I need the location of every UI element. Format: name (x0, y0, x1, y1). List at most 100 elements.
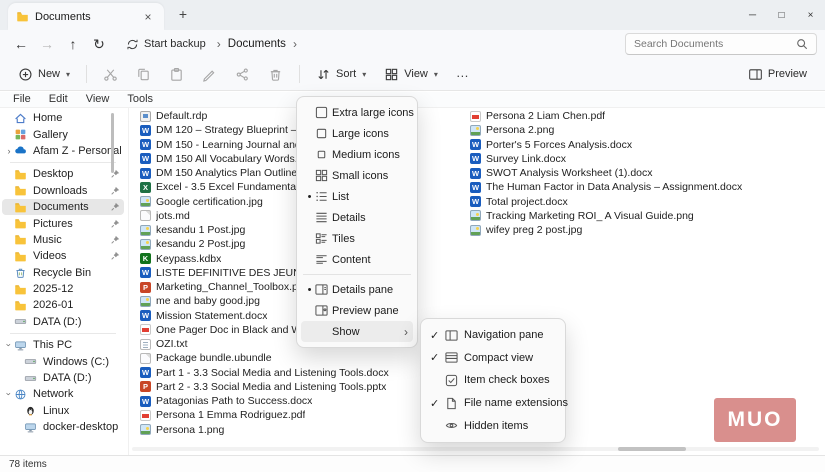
sidebar-item-network[interactable]: › Network (2, 386, 124, 402)
search-box[interactable] (625, 33, 817, 55)
sidebar-item-documents[interactable]: Documents (2, 198, 124, 216)
file-item[interactable]: Package bundle.ubundle (140, 351, 462, 365)
chevron-down-icon[interactable]: › (4, 389, 14, 399)
horizontal-scrollbar-track[interactable] (132, 447, 819, 451)
sidebar-item-afam-z-personal[interactable]: › Afam Z - Personal (2, 143, 124, 159)
show-submenu-item-file-name-extensions[interactable]: ✓ File name extensions (425, 392, 568, 415)
sidebar-item-windows-c[interactable]: Windows (C:) (2, 353, 124, 369)
sidebar-scrollbar[interactable] (111, 113, 114, 173)
refresh-button[interactable]: ↻ (86, 32, 112, 56)
start-backup-label: Start backup (144, 38, 206, 50)
view-menu-item-extra-large-icons[interactable]: Extra large icons (301, 102, 414, 123)
sidebar-item-videos[interactable]: Videos (2, 248, 124, 264)
menu-item-label: Item check boxes (464, 374, 550, 387)
file-name: Total project.docx (486, 195, 568, 208)
sidebar-item-recycle-bin[interactable]: Recycle Bin (2, 265, 124, 281)
sidebar-item-music[interactable]: Music (2, 232, 124, 248)
view-menu-item-small-icons[interactable]: Small icons (301, 165, 413, 186)
file-item[interactable]: Patagonias Path to Success.docx (140, 394, 462, 408)
delete-button[interactable] (260, 62, 291, 87)
view-menu-item-details[interactable]: Details (301, 207, 413, 228)
up-button[interactable]: ↑ (60, 32, 86, 56)
sidebar-item-home[interactable]: Home (2, 110, 124, 126)
file-item[interactable]: Persona 1 Emma Rodriguez.pdf (140, 408, 462, 422)
sidebar-item-docker-desktop[interactable]: docker-desktop (2, 419, 124, 435)
search-input[interactable] (634, 38, 790, 50)
navigation-pane: Home Gallery › Afam Z - Personal Desktop Down… (0, 108, 129, 455)
paste-button[interactable] (161, 62, 192, 87)
view-button[interactable]: View ▾ (376, 62, 446, 87)
chevron-right-icon[interactable]: › (4, 146, 14, 156)
menubar-file[interactable]: File (4, 92, 40, 107)
chevron-down-icon[interactable]: › (4, 340, 14, 350)
file-name: wifey preg 2 post.jpg (486, 224, 583, 237)
share-button[interactable] (227, 62, 258, 87)
sidebar-item-label: Documents (33, 201, 89, 214)
sidebar-item-pictures[interactable]: Pictures (2, 215, 124, 231)
show-submenu-item-navigation-pane[interactable]: ✓ Navigation pane (425, 324, 561, 347)
file-item[interactable]: Porter's 5 Forces Analysis.docx (470, 138, 818, 152)
file-type-docx-icon (140, 153, 151, 165)
sidebar-item-data-d[interactable]: DATA (D:) (2, 314, 124, 330)
view-menu-item-medium-icons[interactable]: Medium icons (301, 144, 413, 165)
new-button[interactable]: New ▾ (10, 62, 78, 87)
icons-xl-icon (315, 106, 332, 119)
view-menu-item-preview-pane[interactable]: Preview pane (301, 300, 413, 321)
sort-button[interactable]: Sort ▾ (308, 62, 374, 87)
file-list-column-2: Persona 2 Liam Chen.pdfPersona 2.pngPort… (470, 109, 818, 237)
show-submenu-item-compact-view[interactable]: ✓ Compact view (425, 347, 561, 370)
back-button[interactable]: ← (8, 32, 34, 56)
explorer-tab-documents[interactable]: Documents × (8, 3, 164, 30)
sidebar-item-gallery[interactable]: Gallery (2, 126, 124, 142)
view-menu-item-tiles[interactable]: Tiles (301, 228, 413, 249)
view-menu-item-list[interactable]: • List (301, 186, 413, 207)
rename-button[interactable] (194, 62, 225, 87)
muo-watermark: MUO (714, 398, 796, 442)
file-item[interactable]: Persona 1.png (140, 423, 462, 437)
new-tab-button[interactable]: + (174, 6, 192, 24)
view-menu-item-details-pane[interactable]: • Details pane (301, 279, 413, 300)
file-item[interactable]: SWOT Analysis Worksheet (1).docx (470, 166, 818, 180)
show-submenu-item-item-check-boxes[interactable]: Item check boxes (425, 369, 561, 392)
breadcrumb-documents[interactable]: Documents (228, 38, 286, 50)
more-options-button[interactable]: … (448, 62, 477, 87)
view-menu-item-large-icons[interactable]: Large icons (301, 123, 413, 144)
close-button[interactable]: × (796, 0, 825, 30)
sidebar-item-linux[interactable]: Linux (2, 403, 124, 419)
file-item[interactable]: The Human Factor in Data Analysis – Assi… (470, 180, 818, 194)
window-controls: ─ □ × (738, 0, 825, 30)
menubar-edit[interactable]: Edit (40, 92, 77, 107)
file-item[interactable]: wifey preg 2 post.jpg (470, 223, 818, 237)
menubar-tools[interactable]: Tools (118, 92, 162, 107)
file-item[interactable]: Persona 2.png (470, 123, 818, 137)
minimize-button[interactable]: ─ (738, 0, 767, 30)
view-menu-item-show[interactable]: Show › (301, 321, 413, 342)
sidebar-item-desktop[interactable]: Desktop (2, 166, 124, 182)
view-menu-item-content[interactable]: Content (301, 249, 413, 270)
file-item[interactable]: Persona 2 Liam Chen.pdf (470, 109, 818, 123)
sidebar-item-2025-12[interactable]: 2025-12 (2, 281, 124, 297)
file-item[interactable]: Part 2 - 3.3 Social Media and Listening … (140, 380, 462, 394)
menubar-view[interactable]: View (77, 92, 119, 107)
maximize-button[interactable]: □ (767, 0, 796, 30)
forward-button[interactable]: → (34, 32, 60, 56)
show-submenu-item-hidden-items[interactable]: Hidden items (425, 414, 561, 437)
start-backup-button[interactable]: Start backup (122, 36, 210, 53)
file-item[interactable]: Part 1 - 3.3 Social Media and Listening … (140, 366, 462, 380)
sidebar-item-this-pc[interactable]: › This PC (2, 337, 124, 353)
sidebar-item-downloads[interactable]: Downloads (2, 183, 124, 199)
sidebar-item-2026-01[interactable]: 2026-01 (2, 297, 124, 313)
preview-button-label: Preview (767, 68, 807, 80)
chevron-right-icon[interactable]: › (293, 37, 297, 51)
preview-button[interactable]: Preview (740, 62, 815, 87)
cut-button[interactable] (95, 62, 126, 87)
tab-close-icon[interactable]: × (140, 10, 156, 24)
horizontal-scrollbar-thumb[interactable] (618, 447, 686, 451)
sidebar-item-data-d[interactable]: DATA (D:) (2, 370, 124, 386)
file-item[interactable]: Total project.docx (470, 195, 818, 209)
file-item[interactable]: Tracking Marketing ROI_ A Visual Guide.p… (470, 209, 818, 223)
file-name: Part 1 - 3.3 Social Media and Listening … (156, 366, 389, 379)
copy-button[interactable] (128, 62, 159, 87)
view-button-label: View (404, 68, 428, 80)
file-item[interactable]: Survey Link.docx (470, 152, 818, 166)
